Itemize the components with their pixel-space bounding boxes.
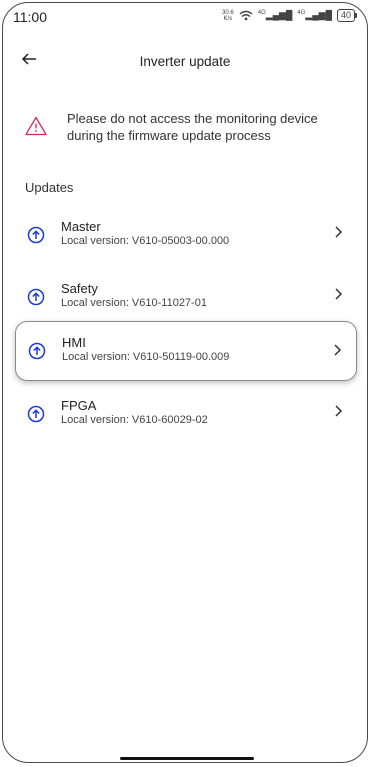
upload-arrow-icon	[27, 226, 45, 244]
signal-label-2: 4G	[297, 10, 306, 16]
chevron-right-icon	[334, 344, 342, 356]
update-item-name: HMI	[62, 335, 86, 350]
warning-line-1: Please do not access the monitoring devi…	[67, 111, 318, 126]
chevron-right-icon	[335, 288, 343, 300]
warning-triangle-icon	[25, 116, 47, 136]
network-speed: 30.6 K/s	[222, 10, 234, 22]
signal-icon-2: 4G▂▄▆█	[297, 10, 332, 20]
home-indicator[interactable]	[120, 757, 254, 760]
update-item-safety[interactable]: Safety Local version: V610-11027-01	[15, 279, 357, 325]
chevron-right-icon	[335, 405, 343, 417]
warning-line-2: during the firmware update process	[67, 128, 271, 143]
upload-arrow-icon	[27, 405, 45, 423]
update-item-version: Local version: V610-05003-00.000	[61, 235, 230, 247]
update-item-fpga[interactable]: FPGA Local version: V610-60029-02	[15, 396, 357, 442]
updates-section-label: Updates	[25, 180, 74, 195]
page-title: Inverter update	[139, 54, 231, 69]
battery-level: 40	[340, 10, 351, 20]
battery-icon: 40	[336, 9, 358, 22]
status-time: 11:00	[13, 9, 47, 25]
status-bar: 11:00 30.6 K/s 4G▂▄▆█ 4G▂▄▆█ 40	[3, 3, 367, 29]
update-item-name: Safety	[61, 281, 98, 296]
warning-banner: Please do not access the monitoring devi…	[25, 110, 345, 150]
update-item-name: Master	[61, 219, 101, 234]
upload-arrow-icon	[28, 342, 46, 360]
update-item-version: Local version: V610-50119-00.009	[62, 351, 230, 363]
update-item-version: Local version: V610-60029-02	[61, 414, 208, 426]
update-item-hmi[interactable]: HMI Local version: V610-50119-00.009	[15, 321, 357, 381]
upload-arrow-icon	[27, 288, 45, 306]
app-bar: Inverter update	[3, 47, 367, 77]
status-icons: 30.6 K/s 4G▂▄▆█ 4G▂▄▆█ 40	[222, 9, 358, 22]
net-speed-unit: K/s	[223, 15, 233, 22]
update-item-version: Local version: V610-11027-01	[61, 297, 207, 309]
signal-label-1: 4G	[257, 10, 266, 16]
update-item-master[interactable]: Master Local version: V610-05003-00.000	[15, 217, 357, 263]
phone-frame: 11:00 30.6 K/s 4G▂▄▆█ 4G▂▄▆█ 40 Inverter…	[2, 2, 368, 763]
wifi-icon	[239, 10, 253, 21]
warning-text: Please do not access the monitoring devi…	[67, 110, 318, 144]
update-item-name: FPGA	[61, 398, 97, 413]
chevron-right-icon	[335, 226, 343, 238]
signal-icon-1: 4G▂▄▆█	[257, 10, 293, 20]
